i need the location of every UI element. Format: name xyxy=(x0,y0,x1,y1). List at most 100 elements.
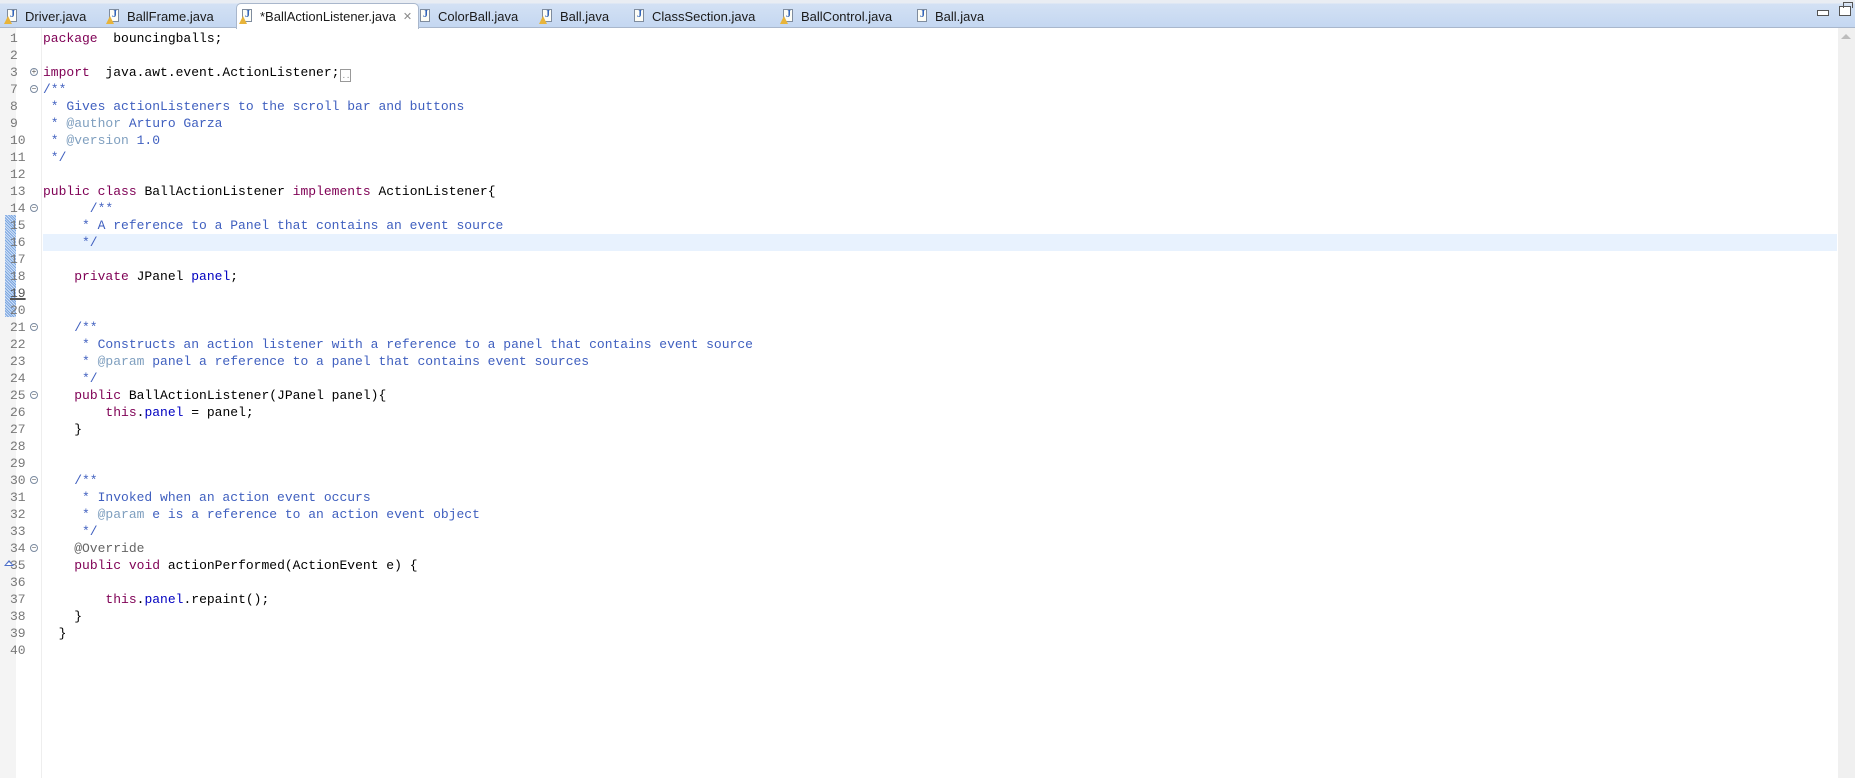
line-number: 8 xyxy=(10,99,18,114)
code-text: * Constructs an action listener with a r… xyxy=(43,336,753,353)
code-line: 17 xyxy=(0,251,1830,268)
line-number: 10 xyxy=(10,133,26,148)
code-token: panel xyxy=(144,405,184,420)
code-token: /** xyxy=(43,320,98,335)
line-number: 38 xyxy=(10,609,26,624)
code-token: * xyxy=(43,133,67,148)
warning-icon xyxy=(106,15,114,24)
code-line: 25− public BallActionListener(JPanel pan… xyxy=(0,387,1830,404)
code-line: 22 * Constructs an action listener with … xyxy=(0,336,1830,353)
java-file-icon: J xyxy=(539,8,554,24)
code-editor[interactable]: 1 package bouncingballs; 2 3 + import java.aw… xyxy=(0,28,1855,778)
code-token: private xyxy=(74,269,129,284)
code-text: */ xyxy=(43,370,98,387)
code-token: BallActionListener xyxy=(136,184,293,199)
code-line: 34− @Override xyxy=(0,540,1830,557)
code-text: * @param e is a reference to an action e… xyxy=(43,506,480,523)
code-token: this xyxy=(105,405,137,420)
code-token: /** xyxy=(43,201,114,216)
code-token: class xyxy=(97,184,137,199)
fold-collapse-icon[interactable]: − xyxy=(30,391,38,399)
tab-ballcontrol-java[interactable]: J BallControl.java xyxy=(778,4,892,28)
code-token: package xyxy=(43,31,98,46)
code-line: 23 * @param panel a reference to a panel… xyxy=(0,353,1830,370)
line-number: 31 xyxy=(10,490,26,505)
java-file-icon: J xyxy=(916,8,929,24)
code-token: @param xyxy=(97,507,145,522)
code-line: 2 xyxy=(0,47,1830,64)
java-file-icon: J xyxy=(419,8,432,24)
code-token: actionPerformed(ActionEvent e) { xyxy=(160,558,418,573)
line-number: 24 xyxy=(10,371,26,386)
code-text: */ xyxy=(43,234,98,251)
code-text: * Gives actionListeners to the scroll ba… xyxy=(43,98,464,115)
tab-ballframe-java[interactable]: J BallFrame.java xyxy=(104,4,214,28)
code-line: 15 * A reference to a Panel that contain… xyxy=(0,217,1830,234)
code-token: @Override xyxy=(43,541,145,556)
code-text: package bouncingballs; xyxy=(43,30,222,47)
code-line: 38 } xyxy=(0,608,1830,625)
code-text: import java.awt.event.ActionListener;.. xyxy=(43,64,352,82)
java-file-icon: J xyxy=(780,8,795,24)
close-tab-icon[interactable]: ✕ xyxy=(403,10,412,23)
tab-driver-java[interactable]: J Driver.java xyxy=(2,4,86,28)
code-token: void xyxy=(128,558,161,573)
tab-label: BallControl.java xyxy=(801,8,893,24)
tab-colorball-java[interactable]: J ColorBall.java xyxy=(415,4,518,28)
line-number: 35 xyxy=(10,558,26,573)
code-token: * A reference to a Panel that contains a… xyxy=(43,218,504,233)
code-token: public xyxy=(74,388,122,403)
code-token: } xyxy=(43,609,83,624)
code-text: } xyxy=(43,421,82,438)
code-token: e is a reference to an action event obje… xyxy=(144,507,480,522)
fold-collapse-icon[interactable]: − xyxy=(30,323,38,331)
code-line: 20 xyxy=(0,302,1830,319)
code-text: public void actionPerformed(ActionEvent … xyxy=(43,557,418,574)
maximize-icon[interactable] xyxy=(1839,2,1853,16)
tab-classsection-java[interactable]: J ClassSection.java xyxy=(629,4,755,28)
tab-ball-java[interactable]: J Ball.java xyxy=(537,4,609,28)
editor-tab-bar: J Driver.java J BallFrame.java J *BallActionL… xyxy=(0,0,1855,29)
code-text: * Invoked when an action event occurs xyxy=(43,489,371,506)
minimize-icon[interactable] xyxy=(1817,10,1829,16)
tab-label: ClassSection.java xyxy=(652,8,756,24)
vertical-scrollbar[interactable] xyxy=(1838,28,1855,778)
fold-collapse-icon[interactable]: − xyxy=(30,204,38,212)
code-token: panel xyxy=(191,269,231,284)
code-token: public xyxy=(43,184,90,199)
code-token: */ xyxy=(43,235,98,250)
code-token: */ xyxy=(43,371,98,386)
line-number: 29 xyxy=(10,456,26,471)
tab-ball-java[interactable]: J Ball.java xyxy=(912,4,984,28)
line-number: 9 xyxy=(10,116,18,131)
fold-expand-icon[interactable]: + xyxy=(30,68,38,76)
tab-label: Ball.java xyxy=(560,8,610,24)
code-token: import xyxy=(43,65,90,80)
code-line: 13 public class BallActionListener implem… xyxy=(0,183,1830,200)
code-text: this.panel.repaint(); xyxy=(43,591,269,608)
code-line: 18 private JPanel panel; xyxy=(0,268,1830,285)
code-token: ActionListener{ xyxy=(370,184,496,199)
line-number: 36 xyxy=(10,575,26,590)
fold-collapse-icon[interactable]: − xyxy=(30,544,38,552)
tab-ballactionlistener-java[interactable]: J *BallActionListener.java ✕ xyxy=(236,3,420,29)
fold-collapse-icon[interactable]: − xyxy=(30,85,38,93)
code-token: .repaint(); xyxy=(183,592,270,607)
line-number: 22 xyxy=(10,337,26,352)
code-token: @param xyxy=(97,354,145,369)
fold-collapse-icon[interactable]: − xyxy=(30,476,38,484)
scroll-up-arrow-icon[interactable] xyxy=(1841,34,1851,39)
line-number: 40 xyxy=(10,643,26,658)
line-number: 16 xyxy=(10,235,26,250)
code-line: 11 */ xyxy=(0,149,1830,166)
line-number: 20 xyxy=(10,303,26,318)
warning-icon xyxy=(539,15,547,24)
code-line: 26 this.panel = panel; xyxy=(0,404,1830,421)
code-line: 19 xyxy=(0,285,1830,302)
